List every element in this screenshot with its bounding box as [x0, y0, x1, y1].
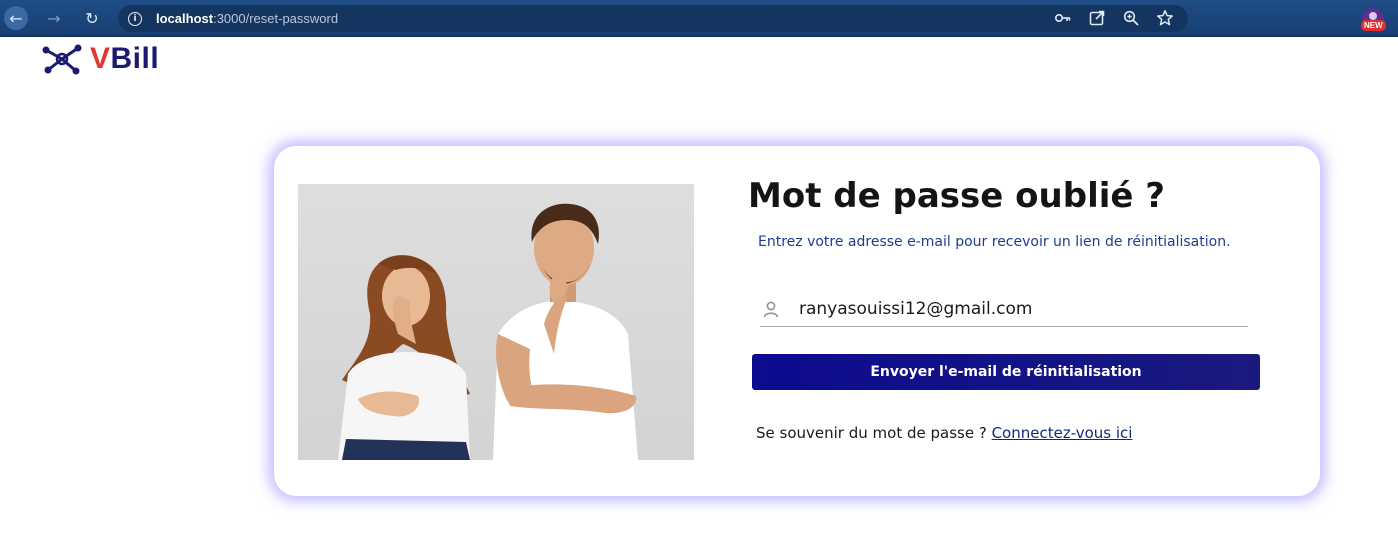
password-key-icon[interactable] [1054, 9, 1072, 27]
site-info-icon[interactable]: i [128, 11, 142, 26]
login-link[interactable]: Connectez-vous ici [992, 424, 1133, 442]
send-reset-email-button[interactable]: Envoyer l'e-mail de réinitialisation [752, 354, 1260, 390]
remember-password-text: Se souvenir du mot de passe ? [756, 424, 987, 442]
bookmark-star-icon[interactable] [1156, 9, 1174, 27]
url-path: :3000/reset-password [213, 11, 339, 26]
url-host: localhost [156, 11, 214, 26]
back-arrow-icon[interactable]: ← [4, 6, 28, 30]
reset-password-card: Mot de passe oublié ? Entrez votre adres… [274, 146, 1320, 496]
new-badge: NEW [1361, 20, 1386, 31]
browser-toolbar: ← → ↻ i localhost:3000/reset-password NE… [0, 0, 1398, 37]
email-input[interactable] [799, 299, 1239, 319]
email-field[interactable] [760, 292, 1248, 327]
user-icon [761, 299, 781, 319]
url-text[interactable]: localhost:3000/reset-password [156, 11, 338, 26]
address-bar[interactable]: i localhost:3000/reset-password [118, 5, 1188, 32]
logo-text-v: V [90, 42, 111, 75]
thinking-couple-photo [298, 184, 694, 460]
open-in-app-icon[interactable] [1088, 9, 1106, 27]
forward-arrow-icon[interactable]: → [42, 6, 66, 30]
logo-text: VBill [90, 42, 159, 76]
zoom-icon[interactable] [1122, 9, 1140, 27]
reload-icon[interactable]: ↻ [80, 6, 104, 30]
page-subtitle: Entrez votre adresse e-mail pour recevoi… [758, 234, 1231, 250]
remember-password-line: Se souvenir du mot de passe ? Connectez-… [756, 424, 1132, 442]
logo-text-rest: Bill [110, 42, 160, 75]
page-title: Mot de passe oublié ? [748, 176, 1165, 216]
vbill-logo[interactable]: VBill [40, 42, 159, 76]
network-logo-icon [42, 44, 82, 75]
